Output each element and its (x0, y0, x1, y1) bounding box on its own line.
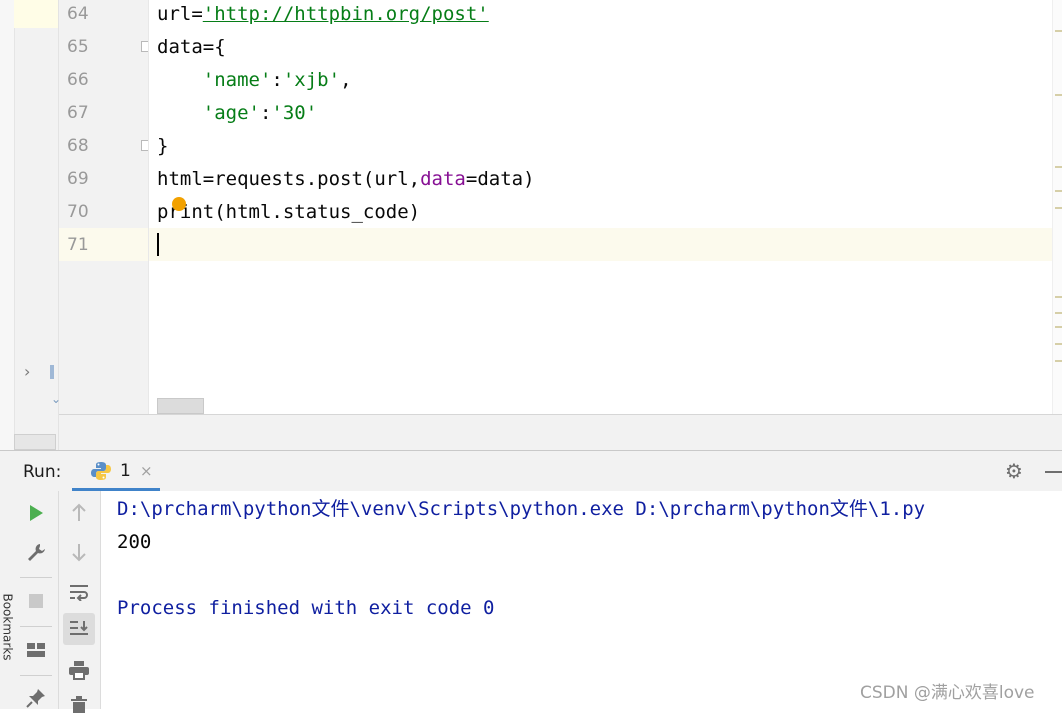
line-number: 65 (67, 37, 89, 57)
python-icon (91, 462, 111, 480)
expand-chevron-icon[interactable]: › (24, 362, 30, 381)
console-output-line: 200 (117, 531, 152, 553)
code-line-67: 'age':'30' (202, 102, 318, 124)
current-line-highlight (149, 228, 1061, 261)
wrench-icon[interactable] (21, 537, 51, 567)
line-number: 66 (67, 70, 89, 90)
stripe-marker[interactable] (1055, 94, 1062, 96)
gear-icon[interactable]: ⚙ (1005, 461, 1023, 481)
run-toolbar-secondary (59, 491, 101, 713)
run-tab-name: 1 (120, 461, 131, 481)
stripe-marker[interactable] (1055, 166, 1062, 168)
editor-bottom-area (59, 414, 1062, 451)
editor-error-stripe[interactable] (1052, 0, 1062, 414)
line-number: 67 (67, 103, 89, 123)
project-horizontal-scrollbar[interactable] (14, 434, 56, 450)
run-tab[interactable]: 1 × (72, 451, 160, 491)
line-number: 64 (67, 4, 89, 24)
code-line-70: print(html.status_code) (157, 201, 421, 223)
stripe-marker[interactable] (1055, 360, 1062, 362)
run-toolbar-primary (14, 491, 59, 709)
text-caret (157, 233, 159, 256)
project-tool-strip: › ⌄ (0, 0, 61, 450)
trash-icon[interactable] (64, 689, 94, 719)
run-console[interactable]: D:\prcharm\python文件\venv\Scripts\python.… (101, 491, 1062, 709)
code-line-66: 'name':'xjb', (202, 69, 352, 91)
stripe-marker[interactable] (1055, 296, 1062, 298)
editor-horizontal-scrollbar[interactable] (157, 398, 204, 414)
toolbar-separator (20, 626, 52, 627)
stop-icon[interactable] (21, 586, 51, 616)
stripe-marker[interactable] (1055, 30, 1062, 32)
watermark: CSDN @满心欢喜love (860, 683, 1035, 703)
layout-icon[interactable] (21, 635, 51, 665)
run-icon[interactable] (21, 498, 51, 528)
code-line-65: data={ (157, 36, 226, 58)
code-line-68: } (157, 135, 169, 157)
run-label: Run: (23, 462, 62, 482)
run-tool-window-header: Run: 1 × ⚙ (0, 450, 1062, 492)
toolbar-separator (20, 675, 52, 676)
console-exit-line: Process finished with exit code 0 (117, 597, 495, 619)
stripe-marker[interactable] (1055, 207, 1062, 209)
soft-wrap-icon[interactable] (64, 577, 94, 607)
bulb-icon[interactable] (172, 197, 186, 211)
minimize-icon[interactable] (1045, 471, 1062, 473)
editor-gutter: 64 65 66 67 68 69 70 71 (59, 0, 152, 414)
project-row-highlight (14, 0, 58, 28)
toolbar-separator (20, 577, 52, 578)
code-line-64: url='http://httpbin.org/post' (157, 3, 489, 25)
code-editor[interactable]: url='http://httpbin.org/post' data={ 'na… (148, 0, 1061, 414)
print-icon[interactable] (64, 655, 94, 685)
up-arrow-icon[interactable] (64, 498, 94, 528)
line-number: 70 (67, 202, 89, 222)
folder-mark-icon (50, 365, 54, 379)
stripe-marker[interactable] (1055, 343, 1062, 345)
line-number: 68 (67, 136, 89, 156)
left-tool-edge (0, 0, 15, 450)
stripe-marker[interactable] (1055, 312, 1062, 314)
scroll-to-end-icon[interactable] (63, 613, 95, 645)
stripe-marker[interactable] (1055, 326, 1062, 328)
code-line-69: html=requests.post(url,data=data) (157, 168, 535, 190)
console-command-line: D:\prcharm\python文件\venv\Scripts\python.… (117, 498, 926, 520)
line-number: 71 (67, 235, 89, 255)
bookmarks-label[interactable]: Bookmarks (1, 593, 15, 660)
down-arrow-icon[interactable] (64, 537, 94, 567)
stripe-marker[interactable] (1055, 190, 1062, 192)
line-number: 69 (67, 169, 89, 189)
close-icon[interactable]: × (140, 462, 153, 480)
